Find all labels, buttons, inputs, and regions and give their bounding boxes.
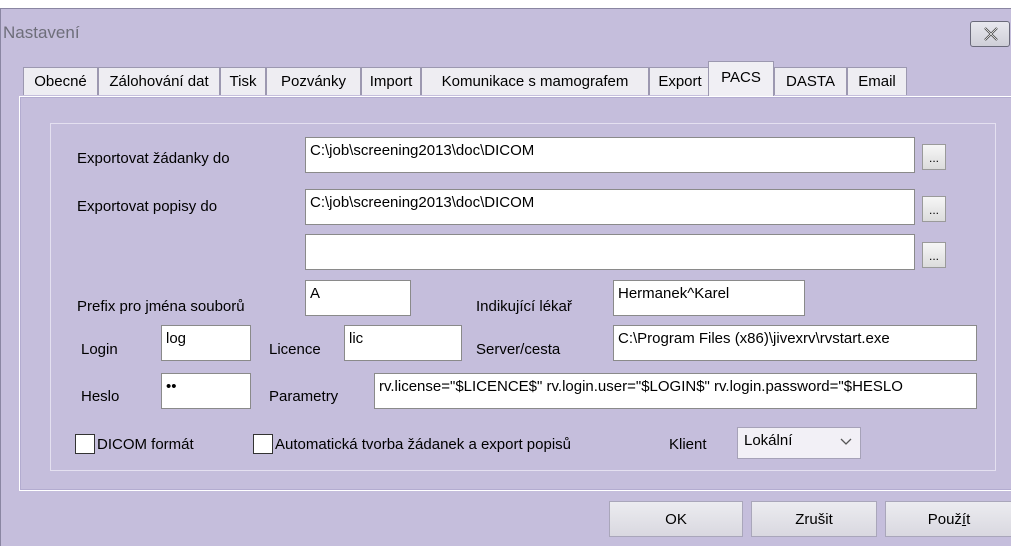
params-input[interactable]: rv.license="$LICENCE$" rv.login.user="$L…	[374, 373, 977, 409]
auto-create-label: Automatická tvorba žádanek a export popi…	[275, 436, 572, 453]
tab-zalohovani-dat[interactable]: Zálohování dat	[98, 67, 220, 95]
tab-komunikace-s-mamografem[interactable]: Komunikace s mamografem	[421, 67, 649, 95]
apply-label-prefix: Použ	[927, 511, 962, 528]
chevron-down-icon	[840, 438, 852, 445]
export-requests-label: Exportovat žádanky do	[77, 150, 230, 167]
password-input[interactable]: ••	[161, 373, 251, 409]
indicating-doctor-label: Indikující lékař	[476, 298, 572, 315]
cancel-button[interactable]: Zrušit	[751, 501, 877, 537]
apply-button[interactable]: Použít	[885, 501, 1011, 537]
client-select[interactable]: Lokální	[737, 427, 861, 459]
export-descriptions-label: Exportovat popisy do	[77, 198, 218, 215]
browse-extra-button[interactable]: ...	[922, 242, 946, 268]
tab-tisk[interactable]: Tisk	[220, 67, 266, 95]
client-label: Klient	[669, 436, 707, 453]
tab-pozvanky[interactable]: Pozvánky	[266, 67, 361, 95]
close-icon	[984, 27, 998, 41]
window-title: Nastavení	[3, 23, 80, 42]
client-select-value: Lokální	[744, 432, 793, 449]
dicom-format-checkbox[interactable]	[75, 434, 95, 454]
apply-label-suffix: t	[966, 511, 971, 528]
prefix-label: Prefix pro jména souborů	[77, 298, 245, 315]
title-bar: Nastavení	[1, 9, 1011, 53]
ok-button[interactable]: OK	[609, 501, 743, 537]
export-requests-path-input[interactable]: C:\job\screening2013\doc\DICOM	[305, 137, 915, 173]
server-label: Server/cesta	[476, 341, 561, 358]
export-descriptions-path-input[interactable]: C:\job\screening2013\doc\DICOM	[305, 189, 915, 225]
licence-label: Licence	[269, 341, 321, 358]
login-label: Login	[81, 341, 118, 358]
prefix-input[interactable]: A	[305, 280, 411, 316]
browse-descriptions-button[interactable]: ...	[922, 196, 946, 222]
licence-input[interactable]: lic	[344, 325, 462, 361]
pacs-settings-group: Exportovat žádanky do C:\job\screening20…	[50, 123, 996, 471]
auto-create-checkbox[interactable]	[253, 434, 273, 454]
server-path-input[interactable]: C:\Program Files (x86)\jivexrv\rvstart.e…	[613, 325, 977, 361]
tab-obecne[interactable]: Obecné	[23, 67, 98, 95]
params-label: Parametry	[269, 388, 339, 405]
tab-email[interactable]: Email	[847, 67, 907, 95]
settings-dialog: Nastavení Obecné Zálohování dat Tisk Poz…	[0, 8, 1011, 546]
tab-pacs[interactable]: PACS	[708, 61, 774, 96]
close-button[interactable]	[970, 21, 1010, 47]
tab-import[interactable]: Import	[361, 67, 421, 95]
tab-export[interactable]: Export	[649, 67, 711, 95]
password-label: Heslo	[81, 388, 120, 405]
pacs-panel: Exportovat žádanky do C:\job\screening20…	[19, 96, 1011, 491]
dicom-format-label: DICOM formát	[97, 436, 194, 453]
extra-path-input[interactable]	[305, 234, 915, 270]
indicating-doctor-input[interactable]: Hermanek^Karel	[613, 280, 805, 316]
tab-dasta[interactable]: DASTA	[774, 67, 847, 95]
login-input[interactable]: log	[161, 325, 251, 361]
browse-requests-button[interactable]: ...	[922, 144, 946, 170]
